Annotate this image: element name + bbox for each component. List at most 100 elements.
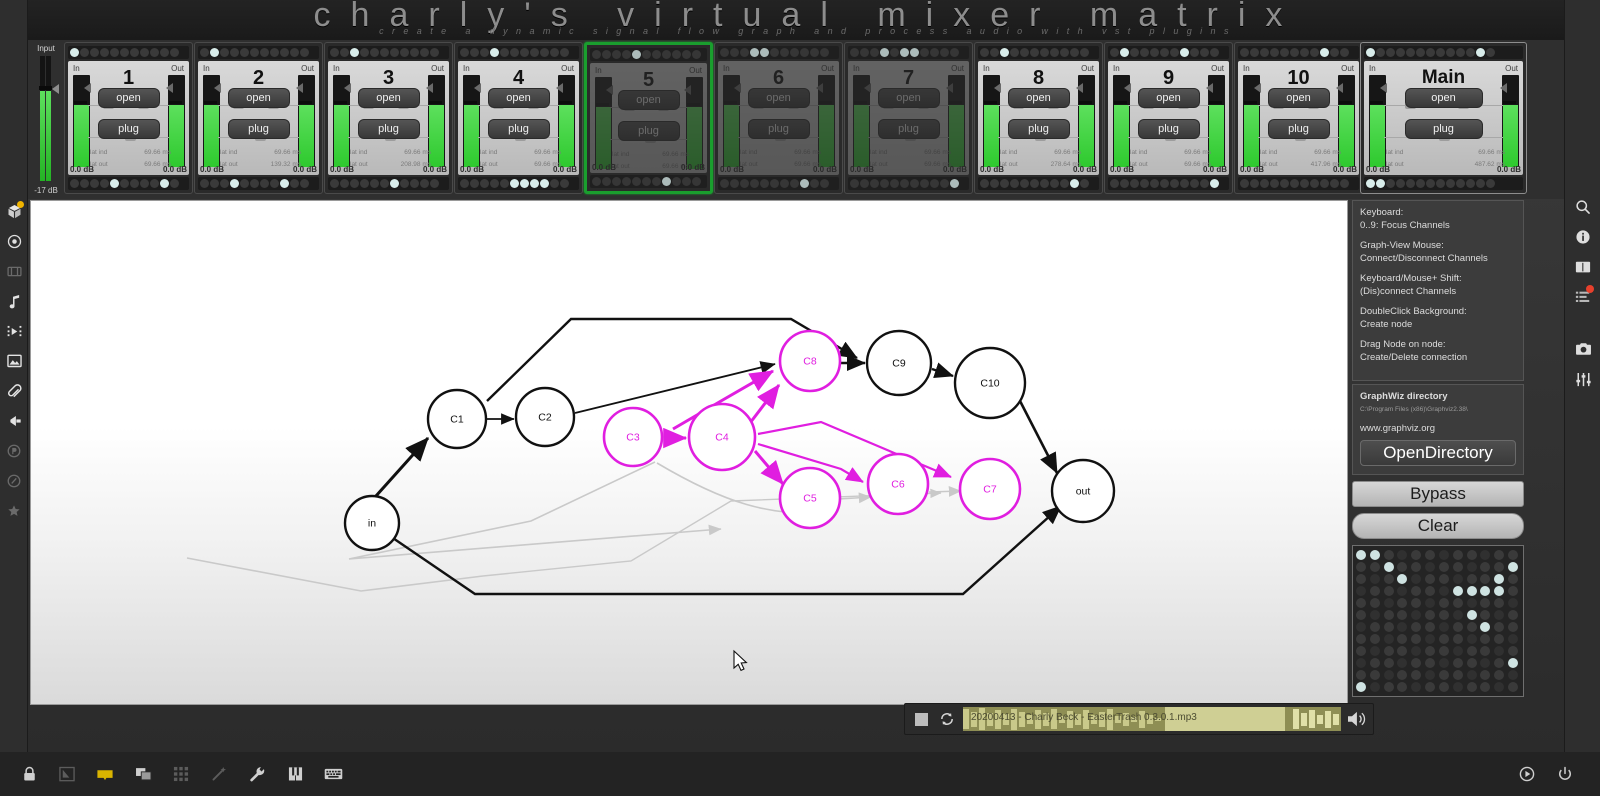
led[interactable] <box>1446 179 1455 188</box>
matrix-led[interactable] <box>1438 646 1449 656</box>
matrix-led[interactable] <box>1508 550 1519 560</box>
led[interactable] <box>110 48 119 57</box>
plug-button[interactable]: plug <box>1404 119 1483 139</box>
bypass-button[interactable]: Bypass <box>1352 481 1524 507</box>
matrix-led[interactable] <box>1480 574 1491 584</box>
matrix-led[interactable] <box>1508 682 1519 692</box>
led[interactable] <box>260 48 269 57</box>
led[interactable] <box>230 48 239 57</box>
loop-icon[interactable] <box>937 709 957 729</box>
matrix-led[interactable] <box>1369 550 1380 560</box>
led[interactable] <box>1366 179 1375 188</box>
led[interactable] <box>160 48 169 57</box>
plug-button[interactable]: plug <box>1267 119 1330 139</box>
led[interactable] <box>1330 48 1339 57</box>
matrix-led[interactable] <box>1425 562 1436 572</box>
open-button[interactable]: open <box>1137 88 1200 108</box>
matrix-led[interactable] <box>1466 622 1477 632</box>
led[interactable] <box>1150 179 1159 188</box>
led[interactable] <box>170 48 179 57</box>
led[interactable] <box>350 179 359 188</box>
panels-icon[interactable] <box>1565 252 1600 282</box>
led[interactable] <box>1486 179 1495 188</box>
power-icon[interactable] <box>1546 752 1584 796</box>
led[interactable] <box>290 179 299 188</box>
led[interactable] <box>300 48 309 57</box>
led[interactable] <box>1020 48 1029 57</box>
led[interactable] <box>1386 48 1395 57</box>
channel-strip-4[interactable]: 4 In Out open plug lat ind 69.66 ms lat out 69.6… <box>454 42 583 194</box>
matrix-led[interactable] <box>1438 622 1449 632</box>
channel-leds-top[interactable] <box>328 46 449 59</box>
led[interactable] <box>1426 48 1435 57</box>
led[interactable] <box>380 48 389 57</box>
led[interactable] <box>1476 179 1485 188</box>
graph-node-c7[interactable]: C7 <box>958 457 1022 521</box>
led[interactable] <box>430 48 439 57</box>
led[interactable] <box>360 179 369 188</box>
channel-leds-bot[interactable] <box>718 177 839 190</box>
led[interactable] <box>1406 48 1415 57</box>
matrix-led[interactable] <box>1411 598 1422 608</box>
matrix-led[interactable] <box>1411 586 1422 596</box>
matrix-led[interactable] <box>1494 610 1505 620</box>
plug-button[interactable]: plug <box>227 119 290 139</box>
led[interactable] <box>1130 48 1139 57</box>
channel-leds-top[interactable] <box>590 48 707 61</box>
plug-button[interactable]: plug <box>1007 119 1070 139</box>
led[interactable] <box>1040 179 1049 188</box>
led[interactable] <box>460 179 469 188</box>
channel-leds-bot[interactable] <box>978 177 1099 190</box>
led[interactable] <box>1466 48 1475 57</box>
open-button[interactable]: open <box>617 90 680 110</box>
matrix-led[interactable] <box>1369 634 1380 644</box>
led[interactable] <box>880 48 889 57</box>
led[interactable] <box>870 48 879 57</box>
matrix-led[interactable] <box>1494 550 1505 560</box>
led[interactable] <box>1396 48 1405 57</box>
channel-leds-bot[interactable] <box>328 177 449 190</box>
led[interactable] <box>1250 48 1259 57</box>
film-icon[interactable] <box>0 256 28 286</box>
matrix-led[interactable] <box>1397 634 1408 644</box>
led[interactable] <box>940 48 949 57</box>
led[interactable] <box>692 50 701 59</box>
matrix-led[interactable] <box>1438 670 1449 680</box>
channel-leds-top[interactable] <box>1108 46 1229 59</box>
channel-leds-top[interactable] <box>1364 46 1523 59</box>
led[interactable] <box>540 179 549 188</box>
matrix-led[interactable] <box>1508 670 1519 680</box>
led[interactable] <box>1000 179 1009 188</box>
led[interactable] <box>910 48 919 57</box>
led[interactable] <box>1190 179 1199 188</box>
piano-icon[interactable] <box>276 752 314 796</box>
led[interactable] <box>410 179 419 188</box>
matrix-led[interactable] <box>1425 634 1436 644</box>
led[interactable] <box>480 48 489 57</box>
led[interactable] <box>500 48 509 57</box>
led[interactable] <box>1376 48 1385 57</box>
matrix-led[interactable] <box>1508 562 1519 572</box>
channel-leds-top[interactable] <box>198 46 319 59</box>
led[interactable] <box>940 179 949 188</box>
led[interactable] <box>760 179 769 188</box>
open-button[interactable]: open <box>1007 88 1070 108</box>
led[interactable] <box>1080 48 1089 57</box>
channel-leds-bot[interactable] <box>590 175 707 188</box>
led[interactable] <box>642 177 651 186</box>
led[interactable] <box>170 179 179 188</box>
led[interactable] <box>150 48 159 57</box>
led[interactable] <box>1426 179 1435 188</box>
open-button[interactable]: open <box>877 88 940 108</box>
plug-button[interactable]: plug <box>617 121 680 141</box>
led[interactable] <box>510 179 519 188</box>
matrix-led[interactable] <box>1397 550 1408 560</box>
matrix-led[interactable] <box>1466 610 1477 620</box>
led[interactable] <box>330 179 339 188</box>
matrix-led[interactable] <box>1397 682 1408 692</box>
led[interactable] <box>750 48 759 57</box>
led[interactable] <box>1160 48 1169 57</box>
matrix-led[interactable] <box>1438 574 1449 584</box>
channel-leds-bot[interactable] <box>458 177 579 190</box>
matrix-led[interactable] <box>1508 646 1519 656</box>
